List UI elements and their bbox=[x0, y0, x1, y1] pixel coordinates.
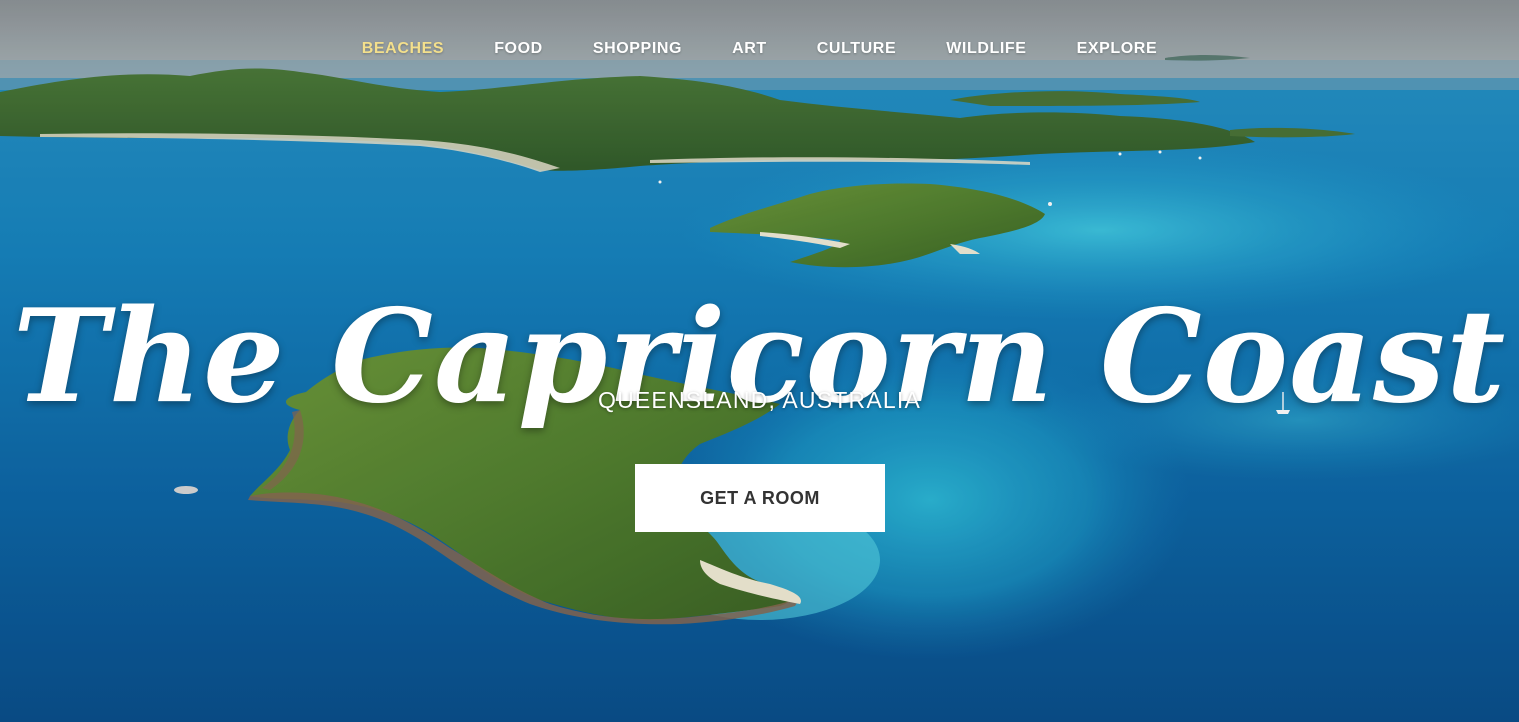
nav-item-culture[interactable]: CULTURE bbox=[817, 40, 896, 58]
nav-item-shopping[interactable]: SHOPPING bbox=[593, 40, 682, 58]
hero-subtitle: QUEENSLAND, AUSTRALIA bbox=[597, 387, 921, 413]
nav-item-wildlife[interactable]: WILDLIFE bbox=[946, 40, 1026, 58]
nav-item-beaches[interactable]: BEACHES bbox=[362, 40, 444, 58]
main-navigation: BEACHES FOOD SHOPPING ART CULTURE WILDLI… bbox=[0, 0, 1519, 98]
nav-item-art[interactable]: ART bbox=[732, 40, 767, 58]
nav-item-explore[interactable]: EXPLORE bbox=[1077, 40, 1158, 58]
nav-item-food[interactable]: FOOD bbox=[494, 40, 543, 58]
hero-title: The Capricorn Coast bbox=[12, 281, 1507, 432]
get-a-room-button[interactable]: GET A ROOM bbox=[635, 464, 885, 532]
